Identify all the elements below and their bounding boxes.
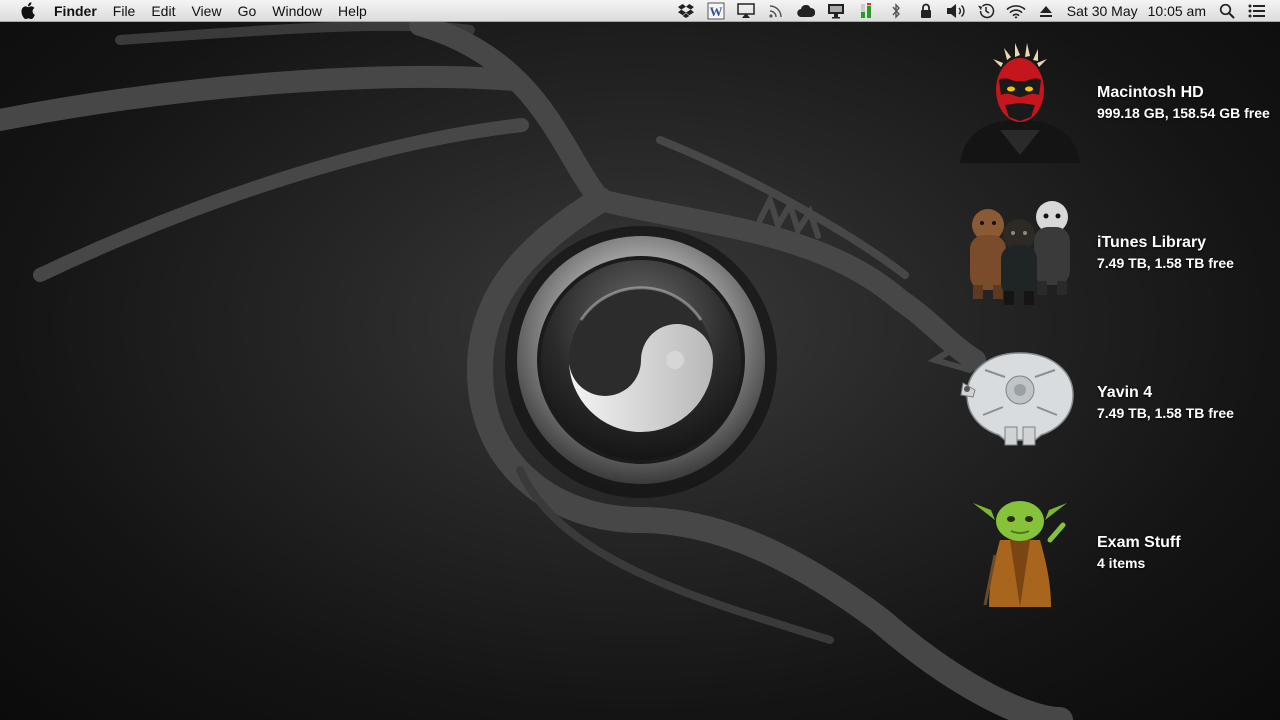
yoda-folder-icon[interactable]	[955, 485, 1085, 615]
desktop-item-itunes-library[interactable]: iTunes Library 7.49 TB, 1.58 TB free	[955, 185, 1280, 315]
ewoks-drive-icon[interactable]	[955, 185, 1085, 315]
svg-text:W: W	[709, 4, 722, 19]
desktop-item-name: Exam Stuff	[1097, 534, 1181, 551]
menu-file[interactable]: File	[105, 0, 144, 22]
apple-icon[interactable]	[20, 2, 36, 20]
desktop-item-label: iTunes Library 7.49 TB, 1.58 TB free	[1097, 233, 1234, 273]
desktop-item-name: Yavin 4	[1097, 384, 1153, 401]
desktop-item-label: Macintosh HD 999.18 GB, 158.54 GB free	[1097, 83, 1270, 123]
menu-bar: Finder File Edit View Go Window Help W S…	[0, 0, 1280, 22]
monitor-icon[interactable]	[825, 0, 847, 22]
menu-view[interactable]: View	[183, 0, 229, 22]
desktop-item-info: 7.49 TB, 1.58 TB free	[1097, 405, 1234, 421]
bluetooth-icon[interactable]	[885, 0, 907, 22]
menubar-clock[interactable]: Sat 30 May 10:05 am	[1061, 0, 1212, 22]
dropbox-icon[interactable]	[675, 0, 697, 22]
desktop-item-label: Exam Stuff 4 items	[1097, 533, 1181, 573]
menu-help[interactable]: Help	[330, 0, 375, 22]
spotlight-search-icon[interactable]	[1216, 0, 1238, 22]
time-machine-icon[interactable]	[975, 0, 997, 22]
word-icon[interactable]: W	[705, 0, 727, 22]
menubar-time: 10:05 am	[1147, 3, 1206, 19]
yin-yang-icon	[505, 226, 777, 498]
desktop-item-yavin-4[interactable]: Yavin 4 7.49 TB, 1.58 TB free	[955, 335, 1280, 465]
desktop-item-info: 7.49 TB, 1.58 TB free	[1097, 255, 1234, 271]
wifi-icon[interactable]	[1005, 0, 1027, 22]
desktop-item-info: 999.18 GB, 158.54 GB free	[1097, 105, 1270, 121]
volume-icon[interactable]	[945, 0, 967, 22]
menu-edit[interactable]: Edit	[143, 0, 183, 22]
eject-icon[interactable]	[1035, 0, 1057, 22]
desktop-item-name: Macintosh HD	[1097, 84, 1204, 101]
menu-finder[interactable]: Finder	[54, 0, 105, 22]
darth-maul-drive-icon[interactable]	[955, 35, 1085, 165]
battery-meter-icon[interactable]	[855, 0, 877, 22]
desktop-item-info: 4 items	[1097, 555, 1146, 571]
desktop-item-exam-stuff[interactable]: Exam Stuff 4 items	[955, 485, 1280, 615]
cloud-icon[interactable]	[795, 0, 817, 22]
notification-center-icon[interactable]	[1246, 0, 1268, 22]
menu-go[interactable]: Go	[230, 0, 265, 22]
menubar-date: Sat 30 May	[1066, 3, 1138, 19]
desktop-item-name: iTunes Library	[1097, 234, 1207, 251]
lock-icon[interactable]	[915, 0, 937, 22]
desktop-item-macintosh-hd[interactable]: Macintosh HD 999.18 GB, 158.54 GB free	[955, 35, 1280, 165]
desktop-item-label: Yavin 4 7.49 TB, 1.58 TB free	[1097, 383, 1234, 423]
menu-window[interactable]: Window	[264, 0, 330, 22]
rss-icon[interactable]	[765, 0, 787, 22]
millennium-falcon-drive-icon[interactable]	[955, 335, 1085, 465]
airplay-icon[interactable]	[735, 0, 757, 22]
